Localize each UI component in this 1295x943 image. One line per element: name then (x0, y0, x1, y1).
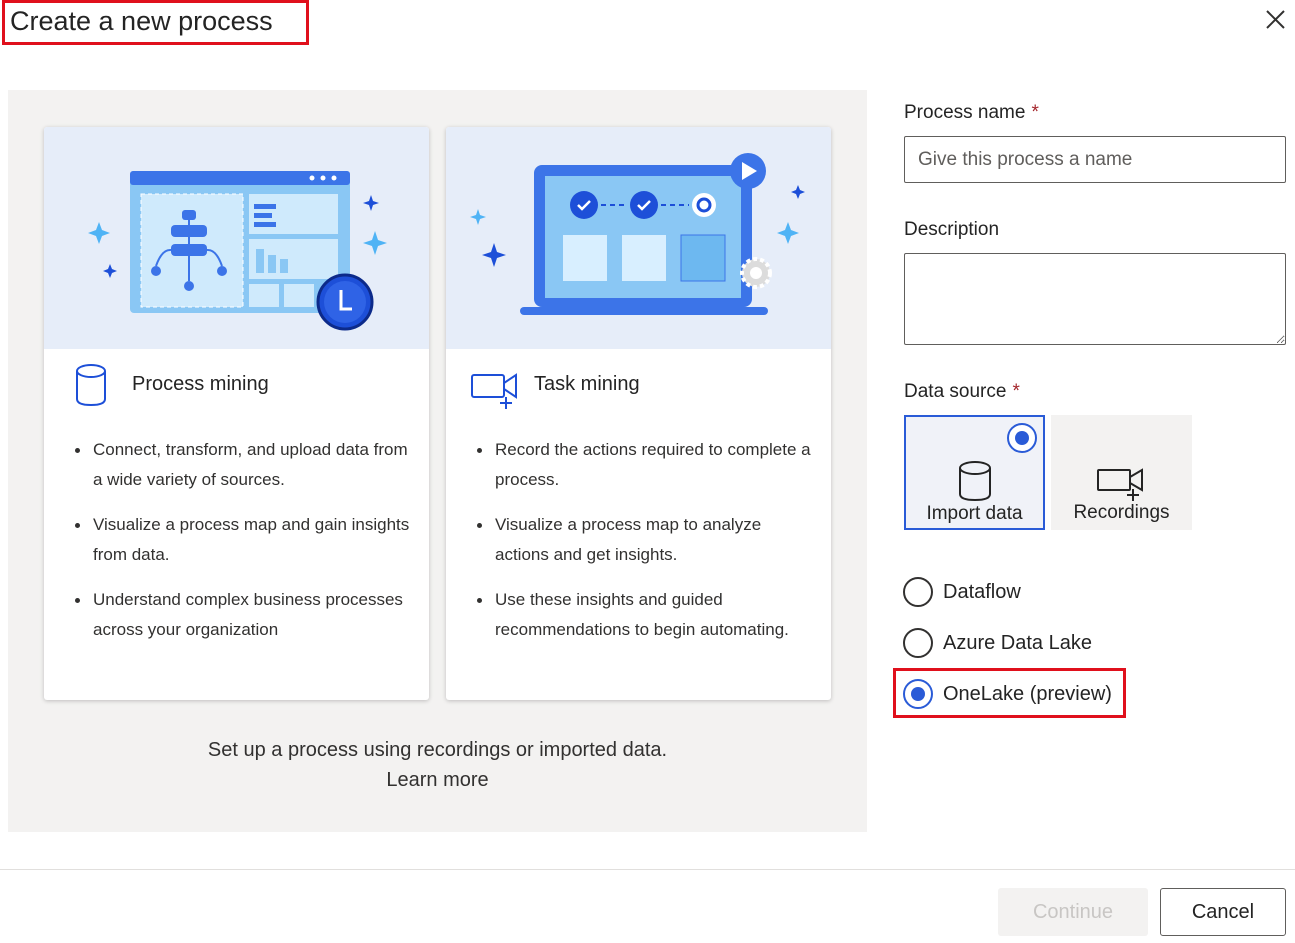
process-name-label: Process name * (904, 102, 1039, 124)
video-add-icon (471, 373, 517, 409)
radio-onelake[interactable]: OneLake (preview) (903, 676, 1112, 712)
required-mark: * (1012, 381, 1020, 402)
recordings-label: Recordings (1073, 502, 1170, 523)
radio-circle-selected[interactable] (903, 679, 933, 709)
process-mining-bullets: Connect, transform, and upload data from… (75, 435, 413, 660)
radio-azure-data-lake[interactable]: Azure Data Lake (903, 625, 1092, 661)
radio-label: Dataflow (943, 580, 1021, 603)
continue-button[interactable]: Continue (998, 888, 1148, 936)
process-mining-title: Process mining (132, 373, 269, 395)
database-icon (76, 364, 106, 407)
recordings-tile[interactable]: Recordings (1051, 415, 1192, 530)
list-item: Understand complex business processes ac… (75, 585, 413, 645)
description-label: Description (904, 219, 1000, 240)
task-mining-bullets: Record the actions required to complete … (477, 435, 815, 660)
radio-dataflow[interactable]: Dataflow (903, 574, 1021, 610)
task-mining-illustration (446, 127, 831, 349)
process-name-input[interactable] (904, 136, 1286, 183)
learn-more-row: Learn more (8, 769, 867, 792)
process-mining-card[interactable]: Process mining Connect, transform, and u… (44, 127, 429, 700)
data-source-label: Data source * (904, 381, 1020, 403)
import-data-tile[interactable]: Import data (904, 415, 1045, 530)
task-mining-title: Task mining (534, 373, 640, 395)
process-name-label-text: Process name (904, 102, 1026, 123)
radio-circle[interactable] (903, 577, 933, 607)
data-source-label-text: Data source (904, 381, 1007, 402)
list-item: Visualize a process map and gain insight… (75, 510, 413, 570)
import-data-label: Import data (926, 503, 1023, 524)
close-button[interactable] (1258, 4, 1292, 36)
list-item: Use these insights and guided recommenda… (477, 585, 815, 645)
list-item: Visualize a process map to analyze actio… (477, 510, 815, 570)
required-mark: * (1031, 102, 1039, 123)
video-add-icon (1097, 468, 1143, 501)
close-icon (1266, 10, 1285, 29)
import-data-selected-radio (1007, 423, 1037, 453)
list-item: Record the actions required to complete … (477, 435, 815, 495)
footer-divider (0, 869, 1295, 870)
database-icon (959, 461, 991, 502)
radio-label: OneLake (preview) (943, 682, 1112, 705)
description-textarea[interactable] (904, 253, 1286, 345)
task-mining-card[interactable]: Task mining Record the actions required … (446, 127, 831, 700)
cancel-button[interactable]: Cancel (1160, 888, 1286, 936)
radio-label: Azure Data Lake (943, 631, 1092, 654)
radio-circle[interactable] (903, 628, 933, 658)
setup-hint-text: Set up a process using recordings or imp… (207, 739, 668, 761)
list-item: Connect, transform, and upload data from… (75, 435, 413, 495)
learn-more-link[interactable]: Learn more (386, 769, 488, 791)
page-title: Create a new process (2, 0, 309, 45)
process-mining-illustration (44, 127, 429, 349)
